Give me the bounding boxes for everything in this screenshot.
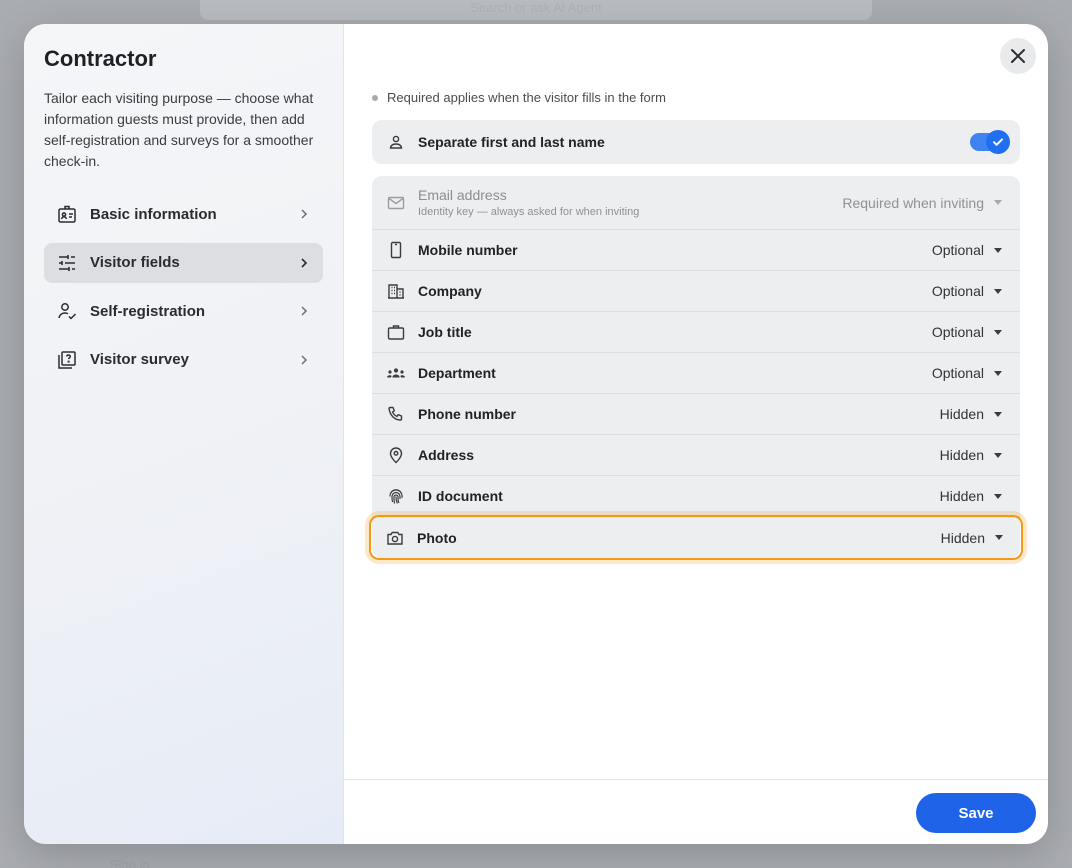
caret-down-icon <box>994 452 1002 458</box>
hint-text: Required applies when the visitor fills … <box>387 90 666 105</box>
field-label: ID document <box>418 488 503 504</box>
caret-down-icon <box>994 288 1002 294</box>
chevron-right-icon <box>297 256 311 270</box>
close-icon <box>1010 48 1026 64</box>
briefcase-icon <box>386 322 406 342</box>
select-value: Optional <box>931 324 984 340</box>
group-icon <box>386 363 406 383</box>
field-row-address: Address Hidden <box>372 435 1020 476</box>
person-icon <box>386 132 406 152</box>
sidebar-item-basic-information[interactable]: Basic information <box>44 194 323 234</box>
required-hint: Required applies when the visitor fills … <box>372 90 1020 105</box>
sidebar-item-label: Visitor survey <box>90 351 189 368</box>
sidebar-item-label: Basic information <box>90 205 217 223</box>
select-value: Hidden <box>939 447 984 463</box>
background-bottom-text: Sign in <box>110 848 230 868</box>
survey-icon <box>56 349 78 371</box>
select-value: Optional <box>931 365 984 381</box>
caret-down-icon <box>995 535 1003 540</box>
fingerprint-icon <box>386 486 406 506</box>
separate-name-row: Separate first and last name <box>372 120 1020 164</box>
purpose-settings-modal: Contractor Tailor each visiting purpose … <box>24 24 1048 844</box>
sidebar-item-visitor-fields[interactable]: Visitor fields <box>44 242 323 283</box>
field-label: Address <box>418 447 475 463</box>
person-check-icon <box>56 300 78 322</box>
caret-down-icon <box>994 493 1002 499</box>
caret-down-icon <box>994 200 1002 205</box>
sidebar-item-label: Self-registration <box>90 302 206 320</box>
save-button[interactable]: Save <box>916 793 1036 833</box>
separate-name-label: Separate first and last name <box>418 134 605 150</box>
location-pin-icon <box>386 445 406 465</box>
field-requirement-select[interactable]: Optional <box>932 324 1002 340</box>
background-search-text: Search or ask Al Agent <box>470 0 602 15</box>
field-row-mobile-number: Mobile number Optional <box>372 230 1020 271</box>
close-button[interactable] <box>1000 38 1036 74</box>
field-sublabel: Identity key — always asked for when inv… <box>418 206 640 218</box>
toggle-knob <box>986 130 1010 154</box>
caret-down-icon <box>994 370 1002 376</box>
field-requirement-select[interactable]: Optional <box>932 242 1002 258</box>
sidebar-description: Tailor each visiting purpose — choose wh… <box>44 90 314 169</box>
select-value: Hidden <box>939 488 984 504</box>
sidebar: Contractor Tailor each visiting purpose … <box>24 24 344 844</box>
field-label: Phone number <box>418 406 517 422</box>
field-row-email: Email address Identity key — always aske… <box>372 176 1020 230</box>
building-icon <box>386 281 406 301</box>
caret-down-icon <box>994 247 1002 253</box>
field-row-id-document: ID document Hidden <box>372 476 1020 517</box>
field-requirement-select[interactable]: Optional <box>932 283 1002 299</box>
field-label: Photo <box>417 529 457 546</box>
separate-name-toggle[interactable] <box>970 130 1010 154</box>
background-bottom-label: Sign in <box>110 857 150 868</box>
field-requirement-select[interactable]: Required when inviting <box>842 195 1002 211</box>
field-row-job-title: Job title Optional <box>372 312 1020 353</box>
visitor-fields-content: Required applies when the visitor fills … <box>372 90 1020 558</box>
field-row-company: Company Optional <box>372 271 1020 312</box>
sliders-icon <box>56 252 78 274</box>
select-value: Optional <box>931 242 984 258</box>
checkmark-icon <box>991 135 1005 149</box>
chevron-right-icon <box>297 304 311 318</box>
hint-dot <box>372 94 378 101</box>
sidebar-item-label: Visitor fields <box>90 254 180 271</box>
select-value: Optional <box>931 283 984 299</box>
caret-down-icon <box>994 329 1002 335</box>
select-value: Hidden <box>940 529 985 546</box>
field-requirement-select[interactable]: Optional <box>932 365 1002 381</box>
chevron-right-icon <box>297 353 311 367</box>
modal-footer: Save <box>344 779 1048 844</box>
select-value: Hidden <box>939 406 984 422</box>
sidebar-item-visitor-survey[interactable]: Visitor survey <box>44 340 323 380</box>
field-requirement-select[interactable]: Hidden <box>940 406 1002 422</box>
select-value: Required when inviting <box>842 194 984 211</box>
field-row-photo: Photo Hidden <box>371 517 1021 558</box>
field-requirement-select[interactable]: Hidden <box>941 530 1003 546</box>
caret-down-icon <box>994 411 1002 417</box>
main-panel: Required applies when the visitor fills … <box>344 24 1048 844</box>
phone-icon <box>386 404 406 424</box>
background-search-bar: Search or ask Al Agent <box>200 0 872 20</box>
camera-icon <box>385 528 405 548</box>
field-requirement-select[interactable]: Hidden <box>940 488 1002 504</box>
fields-list: Email address Identity key — always aske… <box>372 176 1020 558</box>
id-badge-icon <box>56 203 78 225</box>
field-row-department: Department Optional <box>372 353 1020 394</box>
sidebar-title: Contractor <box>44 46 157 71</box>
field-label: Email address <box>418 187 507 203</box>
field-label: Department <box>418 365 496 381</box>
field-requirement-select[interactable]: Hidden <box>940 447 1002 463</box>
field-row-phone-number: Phone number Hidden <box>372 394 1020 435</box>
chevron-right-icon <box>297 207 311 221</box>
field-label: Company <box>418 283 482 299</box>
field-label: Job title <box>418 324 472 340</box>
mail-icon <box>386 193 406 213</box>
sidebar-item-self-registration[interactable]: Self-registration <box>44 291 323 331</box>
phone-mobile-icon <box>386 240 406 260</box>
field-label: Mobile number <box>418 242 518 258</box>
